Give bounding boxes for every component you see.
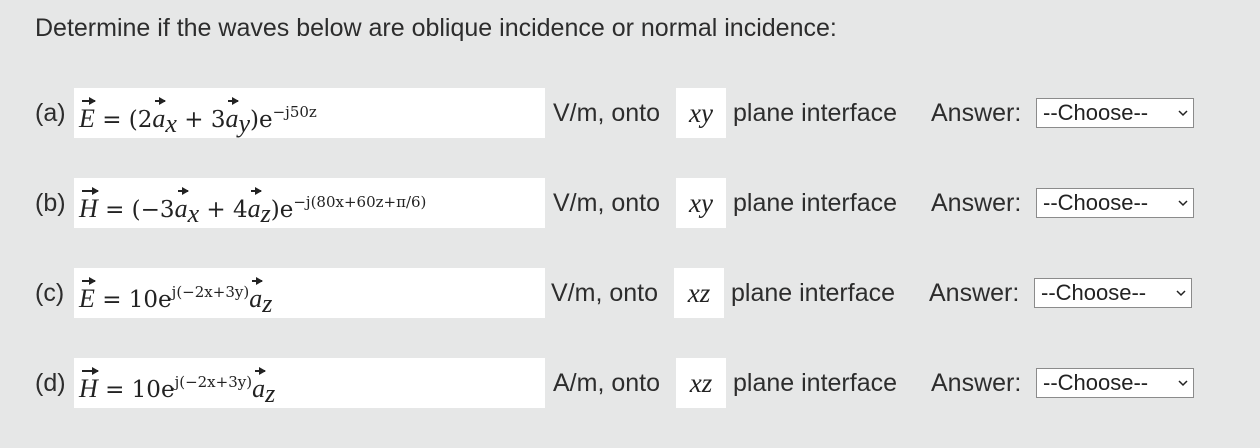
plane-text-a: plane interface bbox=[733, 99, 898, 127]
field-symbol-c: E bbox=[79, 275, 96, 323]
formula-box-b: H = (−3ax + 4az)e−j(80x+60z+π/6) bbox=[74, 178, 545, 228]
select-value-b: --Choose-- bbox=[1043, 190, 1149, 215]
answer-select-d[interactable]: --Choose-- bbox=[1036, 368, 1194, 398]
answer-label-d: Answer: bbox=[931, 369, 1022, 397]
part-label-d: (d) bbox=[35, 369, 66, 397]
answer-select-a[interactable]: --Choose-- bbox=[1036, 98, 1194, 128]
formula-box-c: E = 10ej(−2x+3y)az bbox=[74, 268, 545, 318]
question-row-d: (d) H = 10ej(−2x+3y)az A/m, onto xz plan… bbox=[0, 357, 1260, 409]
field-symbol-d: H bbox=[79, 365, 99, 413]
chevron-down-icon bbox=[1176, 290, 1186, 297]
answer-select-c[interactable]: --Choose-- bbox=[1034, 278, 1192, 308]
select-value-c: --Choose-- bbox=[1041, 280, 1147, 305]
part-label-a: (a) bbox=[35, 99, 66, 127]
select-value-a: --Choose-- bbox=[1043, 100, 1149, 125]
field-symbol-b: H bbox=[79, 185, 99, 233]
plane-box-a: xy bbox=[676, 88, 726, 138]
answer-label-c: Answer: bbox=[929, 279, 1020, 307]
question-row-b: (b) H = (−3ax + 4az)e−j(80x+60z+π/6) V/m… bbox=[0, 177, 1260, 229]
plane-box-d: xz bbox=[676, 358, 726, 408]
plane-box-c: xz bbox=[674, 268, 724, 318]
formula-box-d: H = 10ej(−2x+3y)az bbox=[74, 358, 545, 408]
formula-box-a: E = (2ax + 3ay)e−j50z bbox=[74, 88, 545, 138]
plane-box-b: xy bbox=[676, 178, 726, 228]
unit-text-b: V/m, onto bbox=[553, 189, 660, 217]
equation-a: E = (2ax + 3ay)e−j50z bbox=[79, 88, 317, 151]
chevron-down-icon bbox=[1178, 110, 1188, 117]
answer-label-a: Answer: bbox=[931, 99, 1022, 127]
select-value-d: --Choose-- bbox=[1043, 370, 1149, 395]
unit-text-d: A/m, onto bbox=[553, 369, 660, 397]
part-label-b: (b) bbox=[35, 189, 66, 217]
field-symbol-a: E bbox=[79, 95, 96, 143]
answer-label-b: Answer: bbox=[931, 189, 1022, 217]
equation-b: H = (−3ax + 4az)e−j(80x+60z+π/6) bbox=[79, 178, 426, 241]
question-prompt: Determine if the waves below are oblique… bbox=[35, 14, 837, 42]
question-row-a: (a) E = (2ax + 3ay)e−j50z V/m, onto xy p… bbox=[0, 87, 1260, 139]
plane-text-b: plane interface bbox=[733, 189, 898, 217]
part-label-c: (c) bbox=[35, 279, 65, 307]
plane-text-c: plane interface bbox=[731, 279, 896, 307]
chevron-down-icon bbox=[1178, 200, 1188, 207]
equation-d: H = 10ej(−2x+3y)az bbox=[79, 358, 275, 421]
unit-text-a: V/m, onto bbox=[553, 99, 660, 127]
answer-select-b[interactable]: --Choose-- bbox=[1036, 188, 1194, 218]
unit-text-c: V/m, onto bbox=[551, 279, 658, 307]
question-row-c: (c) E = 10ej(−2x+3y)az V/m, onto xz plan… bbox=[0, 267, 1260, 319]
chevron-down-icon bbox=[1178, 380, 1188, 387]
plane-text-d: plane interface bbox=[733, 369, 898, 397]
equation-c: E = 10ej(−2x+3y)az bbox=[79, 268, 272, 331]
